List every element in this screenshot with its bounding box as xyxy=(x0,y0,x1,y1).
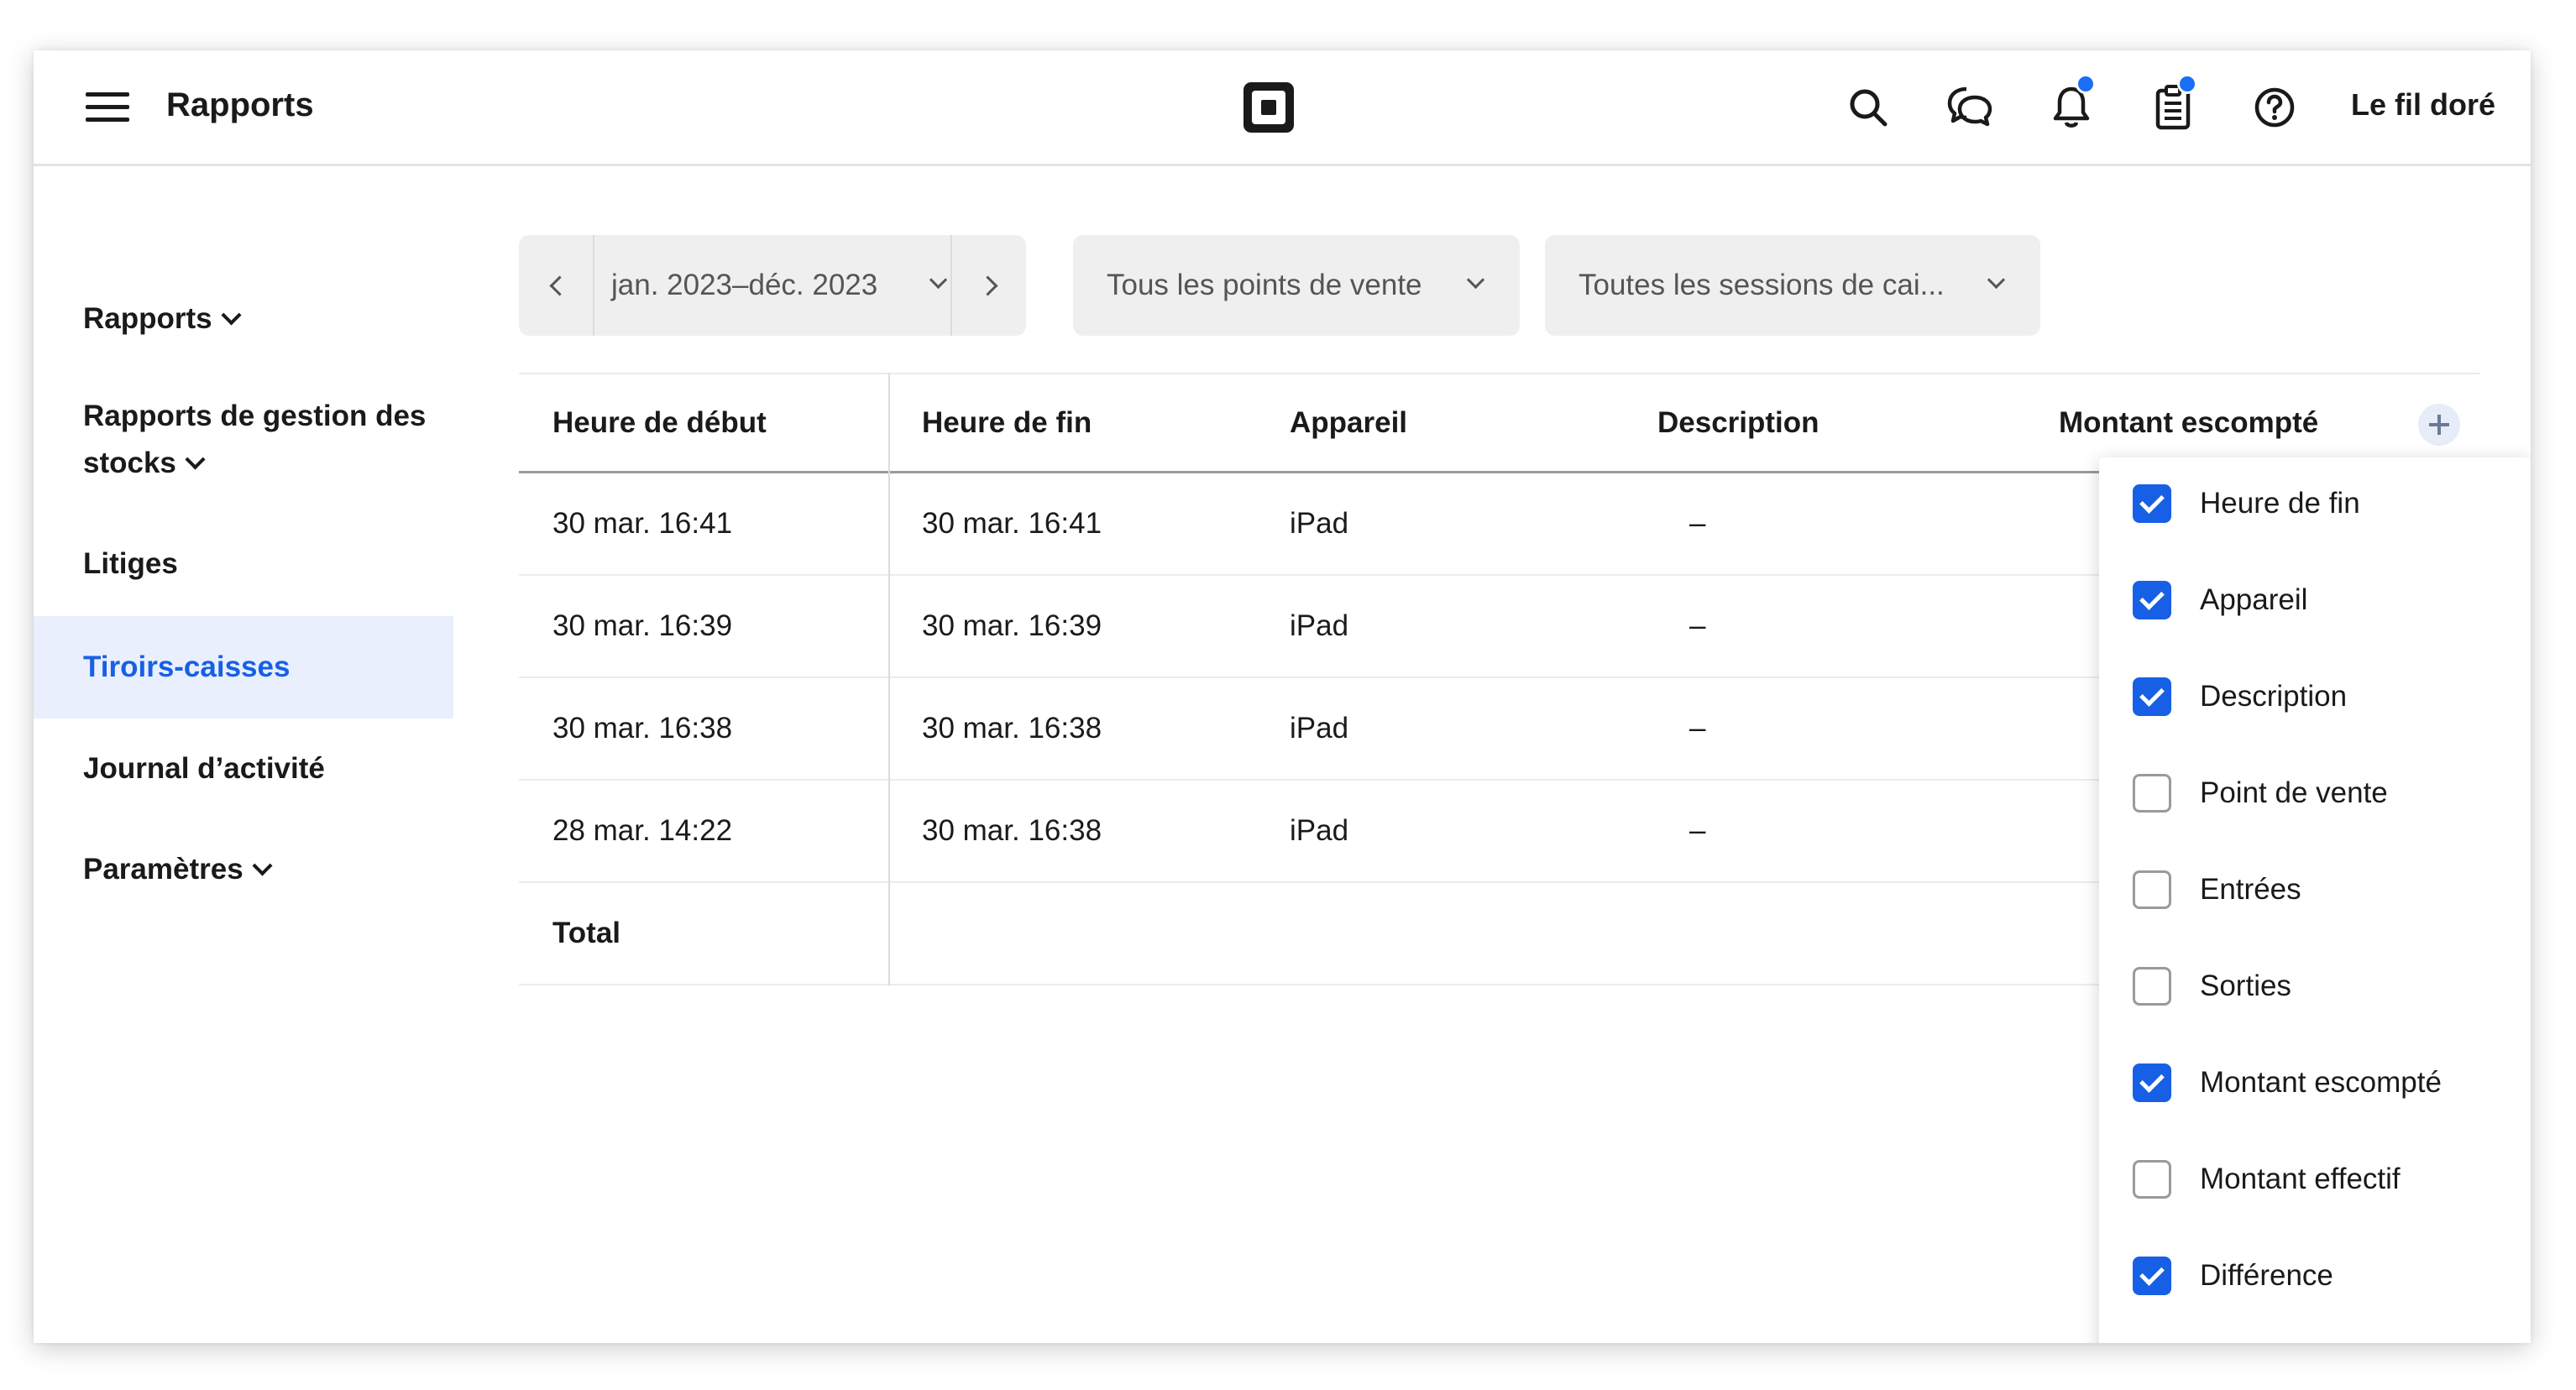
column-option-label: Heure de fin xyxy=(2200,487,2360,520)
sidebar-item-label: Rapports de gestion des xyxy=(83,400,427,432)
column-option-label: Point de vente xyxy=(2200,776,2388,809)
chevron-down-icon xyxy=(1466,270,1485,290)
chevron-right-icon xyxy=(977,275,998,296)
checkbox-checked[interactable] xyxy=(2133,677,2171,716)
device-cell: iPad xyxy=(1290,712,1349,745)
description-cell: – xyxy=(1689,609,1706,642)
chevron-down-icon xyxy=(252,855,273,876)
column-option-label: Montant effectif xyxy=(2200,1163,2401,1195)
checkbox-unchecked[interactable] xyxy=(2133,1160,2171,1199)
column-option-difference[interactable]: Différence xyxy=(2099,1230,2531,1326)
column-option-exits[interactable]: Sorties xyxy=(2099,940,2531,1037)
end-time-cell: 30 mar. 16:38 xyxy=(922,712,1102,745)
sidebar-item-label: Paramètres xyxy=(83,853,243,886)
chevron-down-icon xyxy=(221,305,242,326)
previous-period-button[interactable] xyxy=(519,235,594,336)
device-cell: iPad xyxy=(1290,507,1349,540)
total-label: Total xyxy=(552,917,621,949)
checkbox-checked[interactable] xyxy=(2133,581,2171,619)
chevron-down-icon xyxy=(1987,270,2006,290)
column-option-description[interactable]: Description xyxy=(2099,651,2531,747)
column-divider xyxy=(888,373,890,985)
chevron-down-icon xyxy=(929,270,948,290)
checkbox-unchecked[interactable] xyxy=(2133,774,2171,813)
start-time-cell: 30 mar. 16:38 xyxy=(552,712,733,745)
end-time-cell: 30 mar. 16:39 xyxy=(922,609,1102,642)
column-option-expected-amount[interactable]: Montant escompté xyxy=(2099,1037,2531,1133)
top-bar: Rapports Le fil doré xyxy=(34,50,2531,166)
checkbox-unchecked[interactable] xyxy=(2133,870,2171,909)
sessions-filter[interactable]: Toutes les sessions de cai... xyxy=(1545,235,2040,336)
location-filter[interactable]: Tous les points de vente xyxy=(1073,235,1520,336)
search-icon[interactable] xyxy=(1843,82,1893,133)
sidebar-item-tiroirs-caisses[interactable]: Tiroirs-caisses xyxy=(34,616,453,719)
sidebar-item-rapports[interactable]: Rapports xyxy=(34,294,453,344)
column-option-label: Sorties xyxy=(2200,969,2291,1002)
description-cell: – xyxy=(1689,712,1706,745)
checkbox-checked[interactable] xyxy=(2133,1063,2171,1102)
end-time-cell: 30 mar. 16:41 xyxy=(922,507,1102,540)
clipboard-notification-dot xyxy=(2177,74,2197,94)
checkbox-checked[interactable] xyxy=(2133,484,2171,523)
sidebar-item-label: Rapports xyxy=(83,302,212,335)
column-option-entries[interactable]: Entrées xyxy=(2099,844,2531,940)
menu-icon[interactable] xyxy=(86,92,129,123)
location-filter-label: Tous les points de vente xyxy=(1107,269,1422,301)
sidebar-item-journal[interactable]: Journal d’activité xyxy=(34,744,453,794)
column-option-actual-amount[interactable]: Montant effectif xyxy=(2099,1133,2531,1230)
column-header-start-time[interactable]: Heure de début xyxy=(552,374,767,471)
column-header-expected-amount[interactable]: Montant escompté xyxy=(2059,374,2318,471)
sidebar-item-litiges[interactable]: Litiges xyxy=(34,539,453,589)
chevron-left-icon xyxy=(549,275,570,296)
sidebar-item-label-line2: stocks xyxy=(83,447,176,479)
end-time-cell: 30 mar. 16:38 xyxy=(922,814,1102,847)
column-option-location[interactable]: Point de vente xyxy=(2099,747,2531,844)
add-column-button[interactable] xyxy=(2418,404,2460,446)
business-name[interactable]: Le fil doré xyxy=(2351,84,2495,126)
column-option-label: Entrées xyxy=(2200,873,2301,906)
column-option-label: Appareil xyxy=(2200,583,2308,616)
column-header-end-time[interactable]: Heure de fin xyxy=(922,374,1092,471)
description-cell: – xyxy=(1689,507,1706,540)
checkbox-checked[interactable] xyxy=(2133,1257,2171,1295)
start-time-cell: 30 mar. 16:41 xyxy=(552,507,733,540)
messages-icon[interactable] xyxy=(1945,82,1995,133)
sidebar-item-parametres[interactable]: Paramètres xyxy=(34,844,453,895)
column-header-description[interactable]: Description xyxy=(1657,374,1819,471)
column-header-device[interactable]: Appareil xyxy=(1290,374,1407,471)
column-option-device[interactable]: Appareil xyxy=(2099,554,2531,651)
sidebar-item-stock-reports[interactable]: Rapports de gestion des stocks xyxy=(34,393,453,487)
checkbox-unchecked[interactable] xyxy=(2133,967,2171,1006)
column-selector-menu: Heure de fin Appareil Description Point … xyxy=(2099,457,2531,1343)
sidebar-item-label: Tiroirs-caisses xyxy=(83,651,291,683)
page-title: Rapports xyxy=(166,86,314,123)
square-logo[interactable] xyxy=(1243,82,1294,133)
help-icon[interactable] xyxy=(2249,82,2300,133)
start-time-cell: 28 mar. 14:22 xyxy=(552,814,733,847)
column-option-label: Description xyxy=(2200,680,2348,713)
sessions-filter-label: Toutes les sessions de cai... xyxy=(1579,269,1945,301)
chevron-down-icon xyxy=(185,449,206,470)
next-period-button[interactable] xyxy=(950,235,1026,336)
sidebar-item-label: Litiges xyxy=(83,547,178,580)
column-option-label: Différence xyxy=(2200,1259,2333,1292)
app-window: Rapports Le fil doré Rapports Rapports d… xyxy=(34,50,2531,1343)
column-option-label: Montant escompté xyxy=(2200,1066,2442,1099)
column-option-end-time[interactable]: Heure de fin xyxy=(2099,457,2531,554)
device-cell: iPad xyxy=(1290,609,1349,642)
date-range-filter: jan. 2023–déc. 2023 xyxy=(519,235,1026,336)
description-cell: – xyxy=(1689,814,1706,847)
date-range-picker[interactable]: jan. 2023–déc. 2023 xyxy=(611,235,948,336)
sidebar: Rapports Rapports de gestion des stocks … xyxy=(34,166,453,1341)
sidebar-item-label: Journal d’activité xyxy=(83,752,325,785)
start-time-cell: 30 mar. 16:39 xyxy=(552,609,733,642)
notification-dot xyxy=(2076,74,2096,94)
date-range-label: jan. 2023–déc. 2023 xyxy=(611,269,878,301)
device-cell: iPad xyxy=(1290,814,1349,847)
